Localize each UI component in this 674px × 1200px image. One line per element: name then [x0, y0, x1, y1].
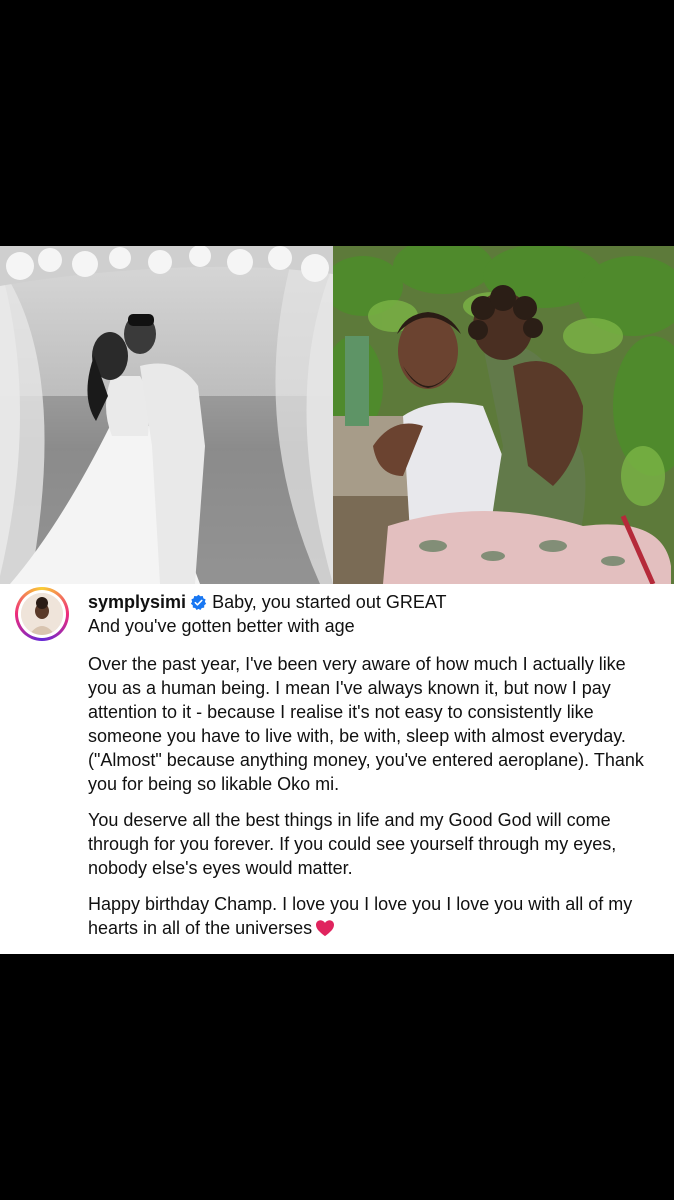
wedding-photo[interactable] — [0, 246, 333, 584]
photo-collage — [0, 246, 674, 584]
verified-badge-icon — [190, 594, 207, 610]
caption-paragraph-3-text: Happy birthday Champ. I love you I love … — [88, 894, 633, 938]
caption-header: symplysimi Baby, you started out GREAT — [88, 590, 648, 614]
bottom-black-bar — [0, 954, 674, 1200]
story-ring[interactable] — [15, 587, 69, 641]
couple-photo[interactable] — [333, 246, 674, 584]
caption-paragraph-2: You deserve all the best things in life … — [88, 810, 617, 878]
caption-line-2: And you've gotten better with age — [88, 616, 355, 636]
avatar[interactable] — [18, 590, 66, 638]
avatar-image — [21, 593, 63, 635]
post-caption: symplysimi Baby, you started out GREAT A… — [88, 590, 648, 940]
heart-icon — [316, 920, 335, 937]
top-black-bar — [0, 0, 674, 246]
caption-paragraph-1: Over the past year, I've been very aware… — [88, 654, 644, 794]
username-link[interactable]: symplysimi — [88, 590, 186, 614]
caption-paragraph-3: Happy birthday Champ. I love you I love … — [88, 892, 648, 940]
caption-headline: Baby, you started out GREAT — [212, 592, 447, 612]
